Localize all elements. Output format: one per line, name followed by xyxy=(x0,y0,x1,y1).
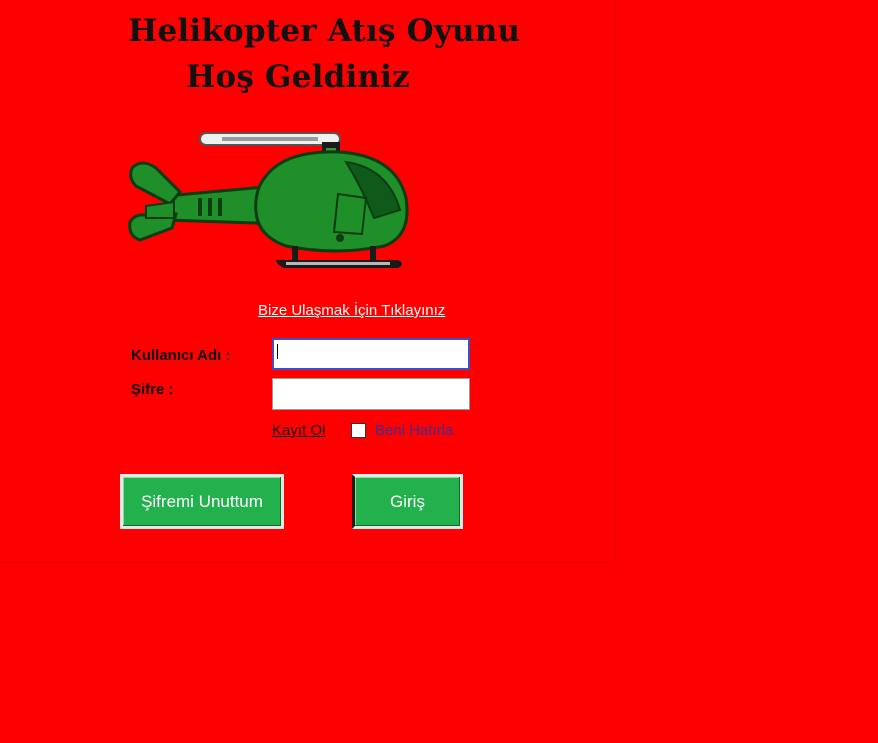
password-input[interactable] xyxy=(272,378,470,410)
page-title: Helikopter Atış Oyunu xyxy=(128,13,521,49)
password-label: Şifre : xyxy=(131,381,174,398)
forgot-password-button[interactable]: Şifremi Unuttum xyxy=(120,474,284,529)
welcome-subtitle: Hoş Geldiniz xyxy=(186,59,410,95)
remember-me-label[interactable]: Beni Hatırla xyxy=(375,422,453,439)
contact-link[interactable]: Bize Ulaşmak İçin Tıklayınız xyxy=(258,302,445,319)
text-cursor xyxy=(277,344,278,359)
login-panel: Helikopter Atış Oyunu Hoş Geldiniz Bize … xyxy=(0,0,616,563)
username-label: Kullanıcı Adı : xyxy=(131,347,231,364)
login-button[interactable]: Giriş xyxy=(352,474,463,529)
remember-me-checkbox[interactable] xyxy=(351,423,366,438)
helicopter-image xyxy=(128,132,409,268)
username-input[interactable] xyxy=(272,338,470,370)
register-link[interactable]: Kayıt Ol xyxy=(272,422,325,439)
